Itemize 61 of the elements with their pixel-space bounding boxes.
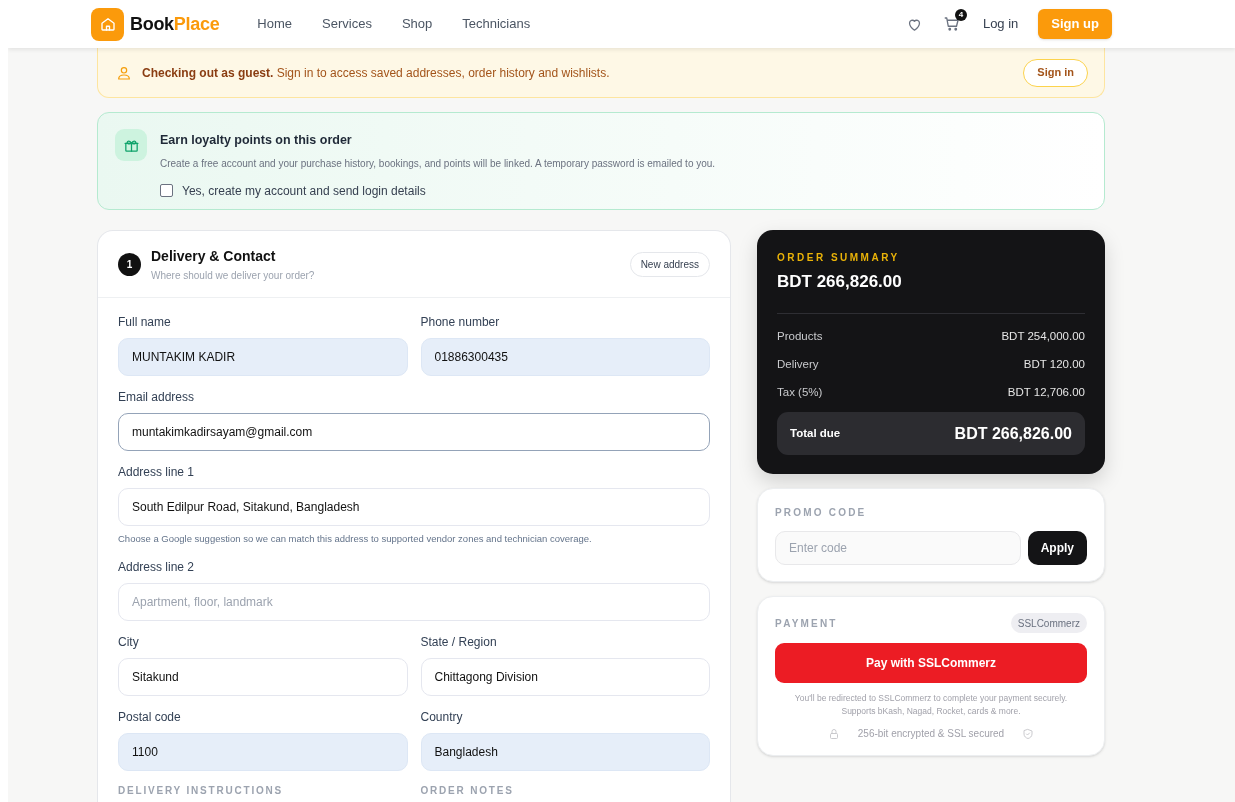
login-link[interactable]: Log in (982, 14, 1019, 34)
total-label: Total due (790, 426, 841, 442)
section-subtitle: Where should we deliver your order? (151, 268, 315, 283)
cart-icon (942, 15, 961, 33)
security-note: 256-bit encrypted & SSL secured (857, 727, 1005, 742)
input-field[interactable]: MUNTAKIM KADIR (118, 338, 408, 376)
cart-button[interactable] (942, 15, 961, 33)
field-label: City (118, 635, 140, 651)
cart-count-badge: 4 (954, 9, 967, 21)
shield-check-icon (1022, 727, 1035, 740)
field-label: State / Region (420, 635, 498, 651)
field-label: Country (420, 710, 464, 726)
line-value: BDT 254,000.00 (1001, 328, 1085, 344)
field-label: Full name (118, 315, 172, 330)
guest-notice: Checking out as guest. Sign in to access saved addresses, order history and wishlists. (142, 64, 610, 82)
input-field[interactable]: muntakimkadirsayam@gmail.com (118, 413, 710, 451)
line-label: Tax (5%) (777, 385, 823, 400)
input-field[interactable]: Bangladesh (420, 733, 710, 772)
section-title: Delivery & Contact (151, 246, 277, 266)
loyalty-description: Create a free account and your purchase history, bookings, and points will be linked. A temporary password is emailed to you. (160, 156, 716, 171)
user-icon (116, 64, 132, 81)
nav-link[interactable]: Services (322, 14, 372, 34)
field-label: Phone number (420, 315, 501, 330)
apply-button[interactable]: Apply (1027, 531, 1087, 566)
total-value: BDT 266,826.00 (954, 423, 1072, 444)
field-label: Postal code (118, 710, 182, 726)
summary-amount: BDT 266,826.00 (777, 271, 903, 293)
field-hint: Choose a Google suggestion so we can match this address to supported vendor zones and technician coverage. (118, 532, 593, 546)
promo-code-field[interactable]: Enter code (775, 531, 1021, 566)
input-field[interactable]: Chittagong Division (420, 658, 710, 697)
checkbox[interactable] (160, 184, 173, 198)
line-label: Products (777, 328, 823, 344)
pay-button[interactable]: Pay with SSLCommerz (775, 643, 1087, 684)
house-icon (98, 15, 117, 33)
payment-note: You'll be redirected to SSLCommerz to complete your payment securely. Supports bKash, Nagad, Rocket, cards & more. (793, 692, 1069, 718)
provider-badge: SSLCommerz (1010, 613, 1087, 634)
field-label: Address line 1 (118, 465, 196, 480)
input-field[interactable]: Apartment, floor, landmark (118, 583, 710, 622)
line-value: BDT 120.00 (1023, 356, 1085, 372)
checkbox-label: Yes, create my account and send login details (182, 182, 426, 200)
signin-button[interactable]: Sign in (1023, 58, 1088, 87)
line-value: BDT 12,706.00 (1007, 385, 1085, 400)
logo-text[interactable]: BookPlace (130, 10, 220, 38)
section-label: ORDER NOTES (420, 785, 515, 798)
input-field[interactable]: 1100 (118, 733, 408, 772)
lock-icon (827, 727, 840, 740)
section-label: DELIVERY INSTRUCTIONS (118, 785, 285, 798)
input-field[interactable]: Sitakund (118, 658, 408, 697)
nav-link[interactable]: Home (257, 14, 293, 34)
field-label: Email address (118, 390, 196, 405)
line-label: Delivery (777, 356, 819, 372)
input-field[interactable]: 01886300435 (420, 338, 710, 376)
promo-title: PROMO CODE (775, 506, 868, 521)
field-label: Address line 2 (118, 560, 196, 576)
nav-link[interactable]: Technicians (462, 14, 531, 34)
payment-title: PAYMENT (775, 616, 838, 631)
nav-link[interactable]: Shop (401, 14, 433, 34)
step-badge: 1 (118, 252, 141, 276)
input-field[interactable]: South Edilpur Road, Sitakund, Bangladesh (118, 488, 710, 526)
loyalty-title: Earn loyalty points on this order (160, 132, 353, 149)
summary-title: ORDER SUMMARY (777, 251, 901, 265)
